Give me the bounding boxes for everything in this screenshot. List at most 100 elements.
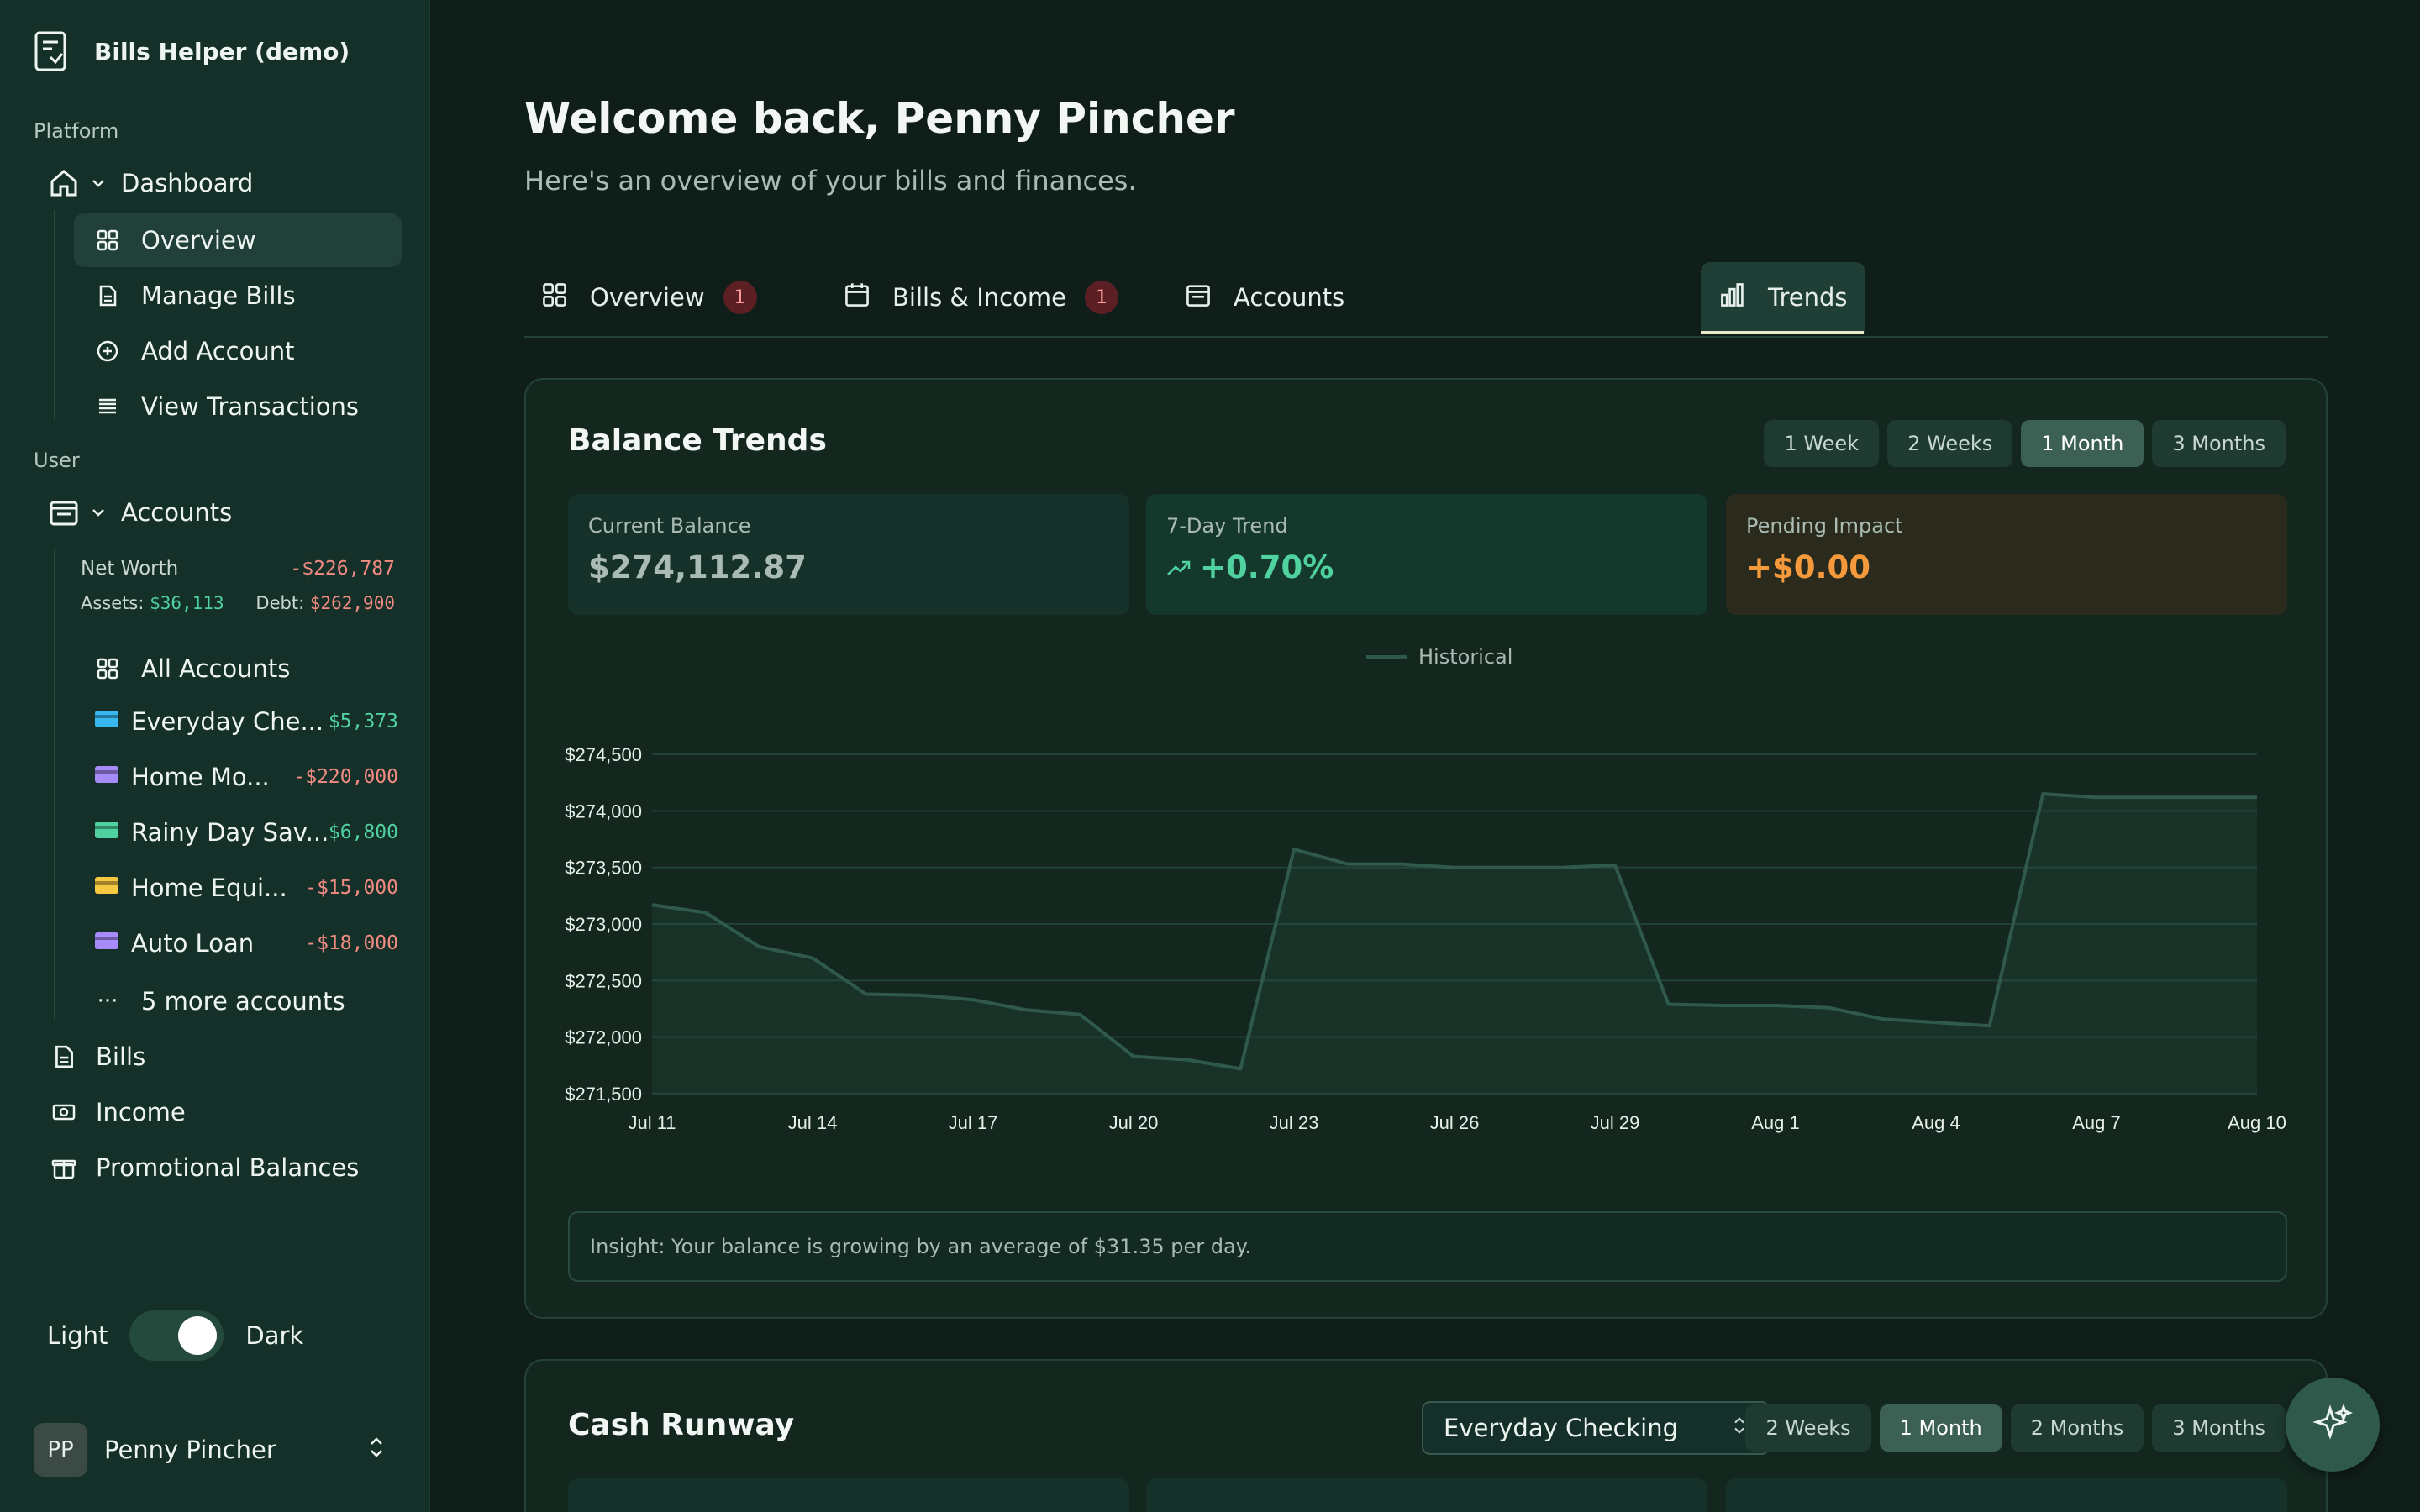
net-worth-value: -$226,787 [290,558,395,580]
account-select[interactable]: Everyday Checking [1422,1401,1770,1455]
pending-impact-stat: Pending Impact +$0.00 [1726,494,2287,615]
range-option[interactable]: 2 Weeks [1745,1404,1871,1452]
x-tick-label: Aug 10 [2228,1112,2286,1133]
sidebar-item-manage-bills[interactable]: Manage Bills [91,279,296,312]
sidebar-account-item[interactable]: Auto Loan -$18,000 [94,929,398,958]
sidebar-account-item[interactable]: Everyday Che... $5,373 [94,707,398,736]
account-amount: -$15,000 [305,877,398,899]
y-tick-label: $274,500 [565,744,642,765]
app-header[interactable]: Bills Helper (demo) [34,30,350,72]
assets-label: Assets: [81,593,145,613]
grid-icon [91,223,124,257]
account-amount: -$18,000 [305,932,398,954]
account-name: Home Equi... [131,874,287,902]
sidebar-item-label: Add Account [141,337,295,365]
balance-range-selector: 1 Week 2 Weeks 1 Month 3 Months [1764,420,2286,467]
range-option[interactable]: 3 Months [2152,420,2286,467]
plus-circle-icon [91,334,124,368]
pending-value: +$0.00 [1746,549,1871,585]
income-label: Income [96,1098,186,1126]
x-tick-label: Jul 26 [1430,1112,1480,1133]
cash-runway-card: Cash Runway Everyday Checking 2 Weeks 1 M… [524,1359,2328,1512]
x-tick-label: Jul 17 [949,1112,998,1133]
range-option[interactable]: 2 Months [2010,1404,2144,1452]
bar-chart-icon [1719,281,1746,314]
debt-value: $262,900 [309,593,395,613]
range-option[interactable]: 3 Months [2152,1404,2286,1452]
tab-trends[interactable]: Trends [1701,262,1866,333]
insight-prefix: Insight: [590,1235,666,1258]
nav-dashboard[interactable]: Dashboard [47,166,253,200]
bank-icon [94,929,119,958]
tab-label: Trends [1768,283,1848,312]
tab-label: Overview [590,283,705,312]
range-option[interactable]: 1 Week [1764,420,1880,467]
nav-bills[interactable]: Bills [47,1040,145,1074]
grid-icon [541,281,568,314]
accounts-label: Accounts [121,498,233,527]
tab-overview[interactable]: Overview 1 [541,262,757,333]
y-tick-label: $272,000 [565,1027,642,1048]
runway-range-selector: 2 Weeks 1 Month 2 Months 3 Months [1745,1404,2286,1452]
chevron-updown-icon [366,1435,387,1466]
sidebar-item-add-account[interactable]: Add Account [91,334,294,368]
user-menu[interactable]: PP Penny Pincher [34,1423,387,1477]
nav-income[interactable]: Income [47,1095,186,1129]
net-worth-label: Net Worth [81,558,179,580]
sidebar-item-more-accounts[interactable]: ··· 5 more accounts [91,984,345,1018]
nav-accounts[interactable]: Accounts [47,496,232,529]
ai-assistant-button[interactable] [2286,1378,2380,1472]
chevron-down-icon [86,496,111,529]
account-amount: $6,800 [328,822,398,843]
dashboard-subnav-line [54,210,55,420]
nav-promotional-balances[interactable]: Promotional Balances [47,1151,359,1184]
sparkle-icon [2312,1402,2354,1447]
wallet-icon [47,496,81,529]
ellipsis-icon: ··· [97,989,118,1014]
insight-box: Insight: Your balance is growing by an a… [568,1211,2287,1282]
sidebar-item-overview[interactable]: Overview [91,223,256,257]
promo-label: Promotional Balances [96,1153,360,1182]
platform-label: Platform [34,119,119,143]
balance-line-chart: $274,500 $274,000 $273,500 $273,000 $272,500… [565,744,2286,1133]
sidebar-account-item[interactable]: Rainy Day Sav... $6,800 [94,818,398,847]
avatar: PP [34,1423,87,1477]
x-tick-label: Jul 11 [628,1112,676,1133]
dashboard-label: Dashboard [121,169,254,197]
account-name: Rainy Day Sav... [131,818,329,847]
account-select-value: Everyday Checking [1444,1414,1679,1442]
chart-legend: Historical [1366,645,1512,669]
sidebar-item-label: All Accounts [141,654,291,683]
tab-badge: 1 [723,281,757,314]
current-balance-stat: Current Balance $274,112.87 [568,494,1129,615]
page-subtitle: Here's an overview of your bills and fin… [524,165,1137,197]
credit-card-icon [94,874,119,902]
user-label: User [34,449,80,472]
sidebar-account-item[interactable]: Home Mo... -$220,000 [94,763,398,791]
home-icon [47,166,81,200]
range-option[interactable]: 1 Month [1879,1404,2002,1452]
x-tick-label: Jul 14 [788,1112,838,1133]
tab-accounts[interactable]: Accounts [1185,262,1344,333]
sidebar: Bills Helper (demo) Platform Dashboard O… [0,0,430,1512]
range-option[interactable]: 2 Weeks [1887,420,2013,467]
trend-label: 7-Day Trend [1166,514,1288,538]
user-name: Penny Pincher [104,1436,276,1464]
range-option[interactable]: 1 Month [2021,420,2144,467]
document-icon [91,279,124,312]
current-balance-label: Current Balance [588,514,751,538]
current-balance-value: $274,112.87 [588,549,807,585]
tab-badge: 1 [1084,281,1118,314]
app-title: Bills Helper (demo) [94,37,350,66]
x-tick-label: Aug 7 [2072,1112,2121,1133]
sidebar-account-item[interactable]: Home Equi... -$15,000 [94,874,398,902]
sidebar-item-view-transactions[interactable]: View Transactions [91,390,359,423]
sidebar-item-label: Overview [141,226,256,255]
sidebar-item-all-accounts[interactable]: All Accounts [91,652,290,685]
theme-switch[interactable] [129,1310,224,1361]
tab-bar: Overview 1 Bills & Income 1 Accounts Tre… [524,257,2328,338]
runway-stat-lowest [1146,1478,1707,1512]
tab-bills-income[interactable]: Bills & Income 1 [844,262,1118,333]
series-area-historical [652,794,2257,1094]
trending-up-icon [1166,549,1192,585]
